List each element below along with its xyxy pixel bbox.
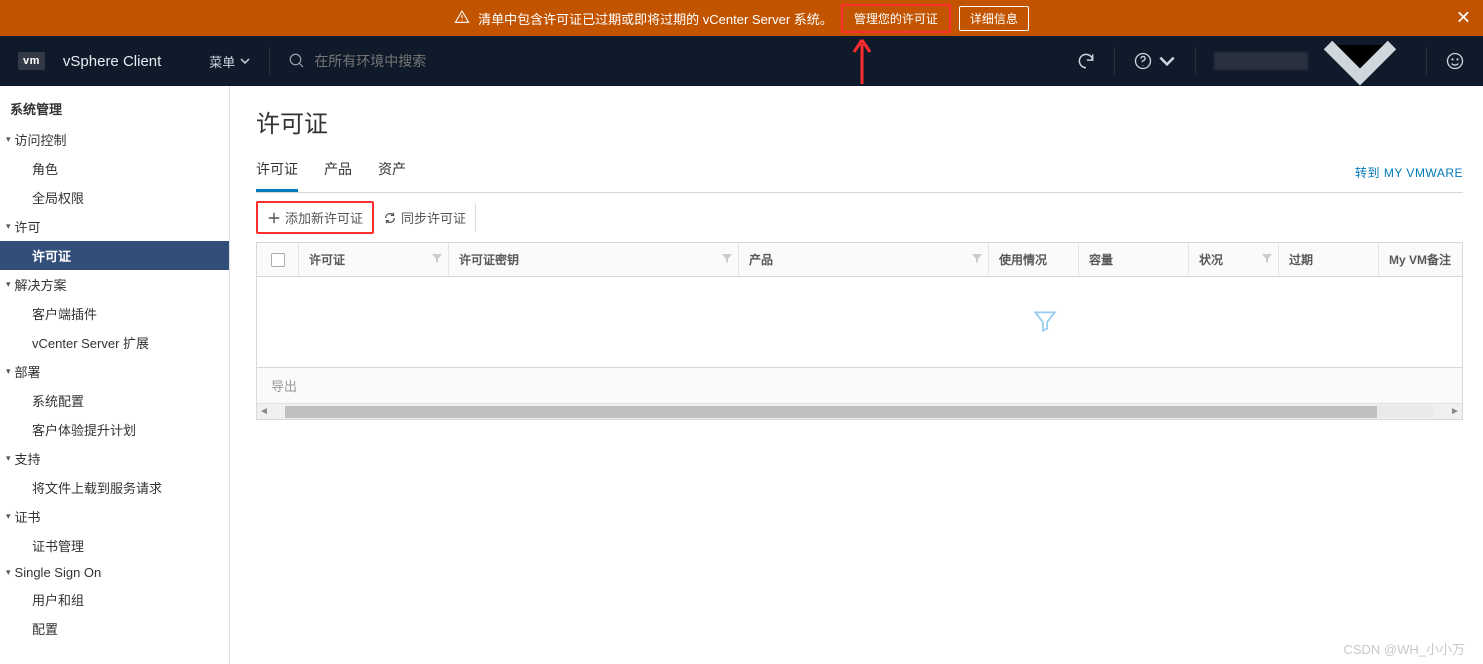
sidebar-group-solutions[interactable]: 解决方案 [0, 270, 229, 299]
checkbox-icon[interactable] [271, 253, 285, 267]
scroll-left-arrow[interactable]: ◄ [257, 406, 271, 417]
sidebar-item-cert-mgmt[interactable]: 证书管理 [0, 531, 229, 560]
table-header: 许可证 许可证密钥 产品 使用情况 容量 状况 过期 My VM备注 [257, 243, 1462, 277]
col-product[interactable]: 产品 [739, 243, 989, 276]
user-name-redacted [1214, 52, 1308, 70]
export-link[interactable]: 导出 [271, 379, 297, 394]
filter-icon[interactable] [972, 253, 982, 267]
sidebar-heading: 系统管理 [0, 92, 229, 125]
filter-icon[interactable] [722, 253, 732, 267]
col-license[interactable]: 许可证 [299, 243, 449, 276]
filter-icon[interactable] [1262, 253, 1272, 267]
watermark: CSDN @WH_小小万 [1343, 639, 1465, 658]
app-header: vm vSphere Client 菜单 [0, 36, 1483, 86]
sidebar-item-users-groups[interactable]: 用户和组 [0, 585, 229, 614]
plus-icon [267, 211, 281, 225]
divider [1114, 47, 1115, 75]
tab-assets[interactable]: 资产 [378, 153, 406, 192]
divider [1195, 47, 1196, 75]
table-body-empty [257, 277, 1462, 367]
sidebar-item-licenses[interactable]: 许可证 [0, 241, 229, 270]
smiley-icon [1445, 51, 1465, 71]
table-footer: 导出 [257, 367, 1462, 403]
divider [1426, 47, 1427, 75]
sidebar-item-vcenter-ext[interactable]: vCenter Server 扩展 [0, 328, 229, 357]
col-expire[interactable]: 过期 [1279, 243, 1379, 276]
toolbar: 添加新许可证 同步许可证 [256, 201, 1463, 234]
page-title: 许可证 [256, 104, 1463, 139]
tab-products[interactable]: 产品 [324, 153, 352, 192]
close-warning-button[interactable]: ✕ [1456, 8, 1471, 29]
license-warning-banner: 清单中包含许可证已过期或即将过期的 vCenter Server 系统。 管理您… [0, 0, 1483, 36]
col-license-key[interactable]: 许可证密钥 [449, 243, 739, 276]
add-label: 添加新许可证 [285, 208, 363, 227]
scroll-thumb[interactable] [285, 406, 1377, 418]
vmware-logo: vm [18, 52, 45, 70]
menu-label: 菜单 [209, 52, 235, 71]
sidebar-group-licensing[interactable]: 许可 [0, 212, 229, 241]
refresh-button[interactable] [1076, 51, 1096, 71]
sidebar-item-sys-config[interactable]: 系统配置 [0, 386, 229, 415]
sidebar-item-roles[interactable]: 角色 [0, 154, 229, 183]
search-icon [288, 52, 306, 70]
sidebar-group-deploy[interactable]: 部署 [0, 357, 229, 386]
main-content: 许可证 许可证 产品 资产 转到 MY VMWARE 添加新许可证 同步许可证 … [230, 86, 1483, 664]
refresh-icon [1076, 51, 1096, 71]
horizontal-scrollbar[interactable]: ◄ ► [257, 403, 1462, 419]
sidebar-item-upload-sr[interactable]: 将文件上载到服务请求 [0, 473, 229, 502]
add-new-license-button[interactable]: 添加新许可证 [256, 201, 374, 234]
manage-licenses-button[interactable]: 管理您的许可证 [841, 4, 951, 33]
chevron-down-icon [239, 55, 251, 67]
scroll-right-arrow[interactable]: ► [1448, 406, 1462, 417]
sidebar-item-client-plugins[interactable]: 客户端插件 [0, 299, 229, 328]
select-all-cell[interactable] [257, 243, 299, 276]
help-icon [1133, 51, 1153, 71]
col-usage[interactable]: 使用情况 [989, 243, 1079, 276]
sidebar-item-global-perm[interactable]: 全局权限 [0, 183, 229, 212]
warning-text: 清单中包含许可证已过期或即将过期的 vCenter Server 系统。 [478, 9, 833, 28]
sync-icon [383, 211, 397, 225]
menu-dropdown[interactable]: 菜单 [209, 52, 251, 71]
warning-icon [454, 9, 470, 28]
details-button[interactable]: 详细信息 [959, 6, 1029, 31]
sidebar-group-cert[interactable]: 证书 [0, 502, 229, 531]
app-brand: vSphere Client [63, 53, 161, 70]
col-capacity[interactable]: 容量 [1079, 243, 1189, 276]
sidebar-item-ceip[interactable]: 客户体验提升计划 [0, 415, 229, 444]
admin-sidebar: 系统管理 访问控制 角色 全局权限 许可 许可证 解决方案 客户端插件 vCen… [0, 86, 230, 664]
search-input[interactable] [314, 53, 614, 69]
sidebar-group-access[interactable]: 访问控制 [0, 125, 229, 154]
scroll-track[interactable] [285, 406, 1434, 418]
goto-my-vmware-link[interactable]: 转到 MY VMWARE [1355, 164, 1463, 181]
sync-licenses-button[interactable]: 同步许可证 [374, 203, 476, 232]
sidebar-group-sso[interactable]: Single Sign On [0, 560, 229, 585]
sidebar-group-support[interactable]: 支持 [0, 444, 229, 473]
tab-licenses[interactable]: 许可证 [256, 153, 298, 192]
chevron-down-icon [1157, 51, 1177, 71]
divider [269, 47, 270, 75]
sidebar-item-sso-config[interactable]: 配置 [0, 614, 229, 643]
tab-bar: 许可证 产品 资产 转到 MY VMWARE [256, 153, 1463, 193]
smiley-button[interactable] [1445, 51, 1465, 71]
global-search[interactable] [288, 52, 688, 70]
help-button[interactable] [1133, 51, 1177, 71]
empty-funnel-icon [1032, 308, 1058, 337]
filter-icon[interactable] [432, 253, 442, 267]
col-note[interactable]: My VM备注 [1379, 243, 1462, 276]
col-status[interactable]: 状况 [1189, 243, 1279, 276]
license-table: 许可证 许可证密钥 产品 使用情况 容量 状况 过期 My VM备注 导出 ◄ [256, 242, 1463, 420]
sync-label: 同步许可证 [401, 208, 466, 227]
